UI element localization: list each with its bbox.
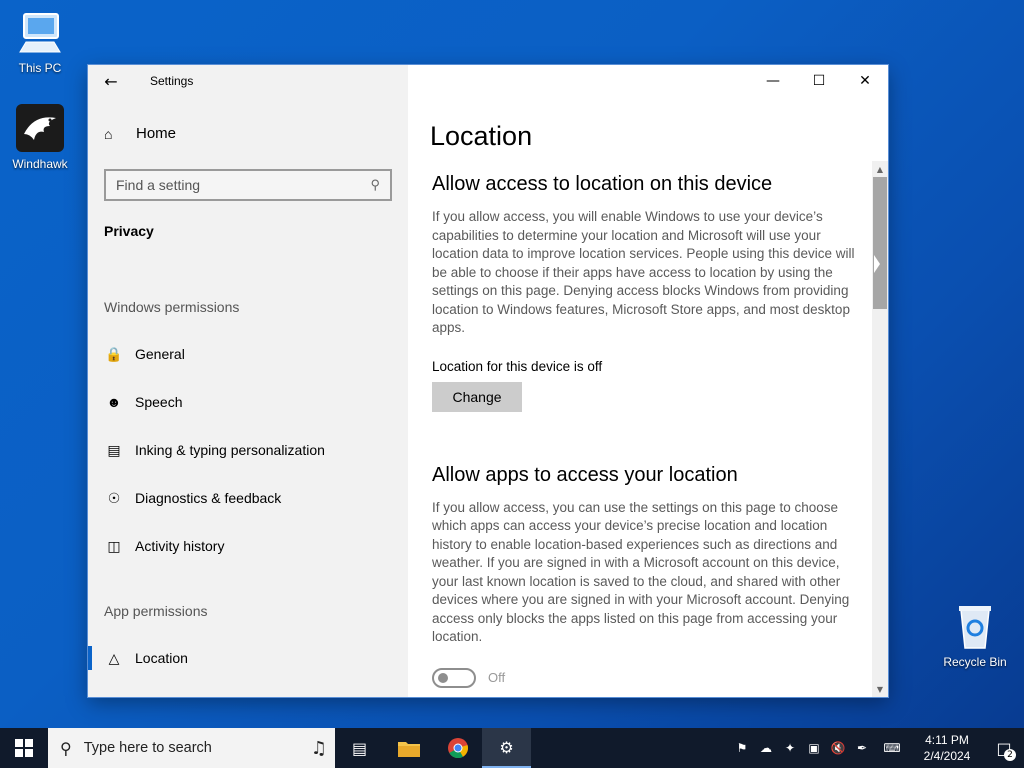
scroll-down-arrow[interactable]: ▼	[872, 681, 888, 697]
clock[interactable]: 4:11 PM 2/4/2024	[910, 732, 984, 764]
toggle-knob	[438, 672, 448, 683]
content-area: Allow access to location on this device …	[432, 173, 868, 688]
window-controls: — ☐ ✕	[750, 65, 888, 97]
scroll-up-arrow[interactable]: ▲	[872, 161, 888, 177]
section-description-app-access: If you allow access, you can use the set…	[432, 499, 850, 645]
sidebar-item-label: Location	[135, 650, 188, 666]
device-location-status: Location for this device is off	[432, 358, 603, 374]
back-arrow-icon: ←	[104, 71, 118, 91]
windows-logo-icon	[15, 739, 33, 757]
file-explorer-button[interactable]	[384, 728, 433, 768]
chrome-button[interactable]	[433, 728, 482, 768]
minimize-icon: —	[766, 73, 780, 89]
back-button[interactable]: ←	[88, 65, 134, 97]
windhawk-tray-icon[interactable]: ✦	[778, 741, 802, 755]
computer-icon	[19, 13, 61, 53]
section-heading-device-access: Allow access to location on this device	[432, 173, 773, 195]
security-icon[interactable]: ⚑	[730, 741, 754, 755]
onedrive-icon[interactable]: ☁	[754, 741, 778, 755]
system-tray: ⚑ ☁ ✦ ▣ 🔇 ✒ ⌨ 4:11 PM 2/4/2024 □ 2	[730, 728, 1024, 768]
notification-center-button[interactable]: □ 2	[984, 728, 1024, 768]
lock-icon: 🔒	[105, 345, 123, 362]
timeline-icon: ◫	[107, 537, 121, 554]
task-view-icon: ▤	[351, 738, 368, 758]
section-heading-app-access: Allow apps to access your location	[432, 463, 738, 486]
desktop-icon-windhawk[interactable]: Windhawk	[2, 104, 78, 171]
find-setting-box[interactable]: ⚲	[104, 169, 392, 201]
desktop-icon-label: Windhawk	[12, 157, 68, 171]
folder-icon	[397, 742, 420, 757]
settings-window: ← Settings ⌂ Home ⚲ Privacy Windows perm…	[88, 65, 888, 697]
page-title: Location	[430, 121, 533, 151]
gear-icon: ⚙	[499, 737, 514, 757]
maximize-button[interactable]: ☐	[796, 65, 842, 97]
speech-icon: ☻	[106, 394, 122, 410]
clipboard-icon: ▤	[107, 441, 121, 458]
search-icon: ⚲	[370, 177, 380, 192]
task-view-button[interactable]: ▤	[335, 728, 384, 768]
sidebar-item-diagnostics-feedback[interactable]: ☉ Diagnostics & feedback	[104, 483, 394, 513]
network-icon[interactable]: ▣	[802, 741, 826, 755]
sidebar-item-home[interactable]: ⌂ Home	[104, 125, 176, 142]
home-icon: ⌂	[104, 125, 113, 142]
close-button[interactable]: ✕	[842, 65, 888, 97]
clock-date: 2/4/2024	[923, 749, 971, 763]
group-header-windows-permissions: Windows permissions	[104, 299, 240, 315]
sidebar-item-label: Diagnostics & feedback	[135, 490, 282, 506]
sidebar-item-label: Home	[136, 125, 177, 142]
desktop-icon-label: This PC	[18, 61, 62, 75]
sidebar-item-label: Speech	[135, 394, 183, 410]
maximize-icon: ☐	[812, 73, 826, 89]
change-button[interactable]: Change	[432, 381, 522, 412]
section-title: Privacy	[104, 223, 154, 239]
location-icon: △	[108, 649, 120, 666]
main-pane: — ☐ ✕ Location Allow access to location …	[408, 65, 888, 697]
vertical-scrollbar[interactable]: ▲ ▼	[872, 161, 888, 697]
sidebar-item-speech[interactable]: ☻ Speech	[104, 387, 394, 417]
keyboard-icon[interactable]: ⌨	[874, 741, 910, 755]
scroll-thumb[interactable]	[873, 177, 887, 309]
volume-muted-icon[interactable]: 🔇	[826, 741, 850, 755]
taskbar-search[interactable]: ⚲ Type here to search ♫	[48, 728, 335, 768]
close-icon: ✕	[859, 73, 871, 89]
feedback-icon: ☉	[107, 489, 121, 506]
sidebar-item-label: Inking & typing personalization	[135, 442, 325, 458]
sidebar-item-label: Activity history	[135, 538, 225, 554]
desktop-icon-this-pc[interactable]: This PC	[2, 8, 78, 75]
mouse-cursor	[874, 255, 880, 273]
app-access-toggle[interactable]	[432, 667, 476, 688]
app-access-toggle-row: Off	[432, 667, 868, 688]
chrome-icon	[447, 738, 468, 759]
recycle-bin-icon	[959, 606, 991, 649]
sidebar: ← Settings ⌂ Home ⚲ Privacy Windows perm…	[88, 65, 408, 697]
music-gramophone-icon: ♫	[310, 737, 327, 759]
sidebar-item-inking-typing[interactable]: ▤ Inking & typing personalization	[104, 435, 394, 465]
titlebar: ← Settings	[88, 65, 408, 97]
eagle-icon	[16, 104, 64, 152]
start-button[interactable]	[0, 728, 48, 768]
desktop-icon-label: Recycle Bin	[943, 655, 1007, 669]
toggle-state-label: Off	[488, 670, 506, 685]
taskbar: ⚲ Type here to search ♫ ▤ ⚙ ⚑ ☁ ✦ ▣ 🔇 ✒ …	[0, 728, 1024, 768]
notification-badge: 2	[1004, 749, 1016, 761]
clock-time: 4:11 PM	[925, 733, 969, 747]
sidebar-item-label: General	[135, 346, 185, 362]
pen-icon[interactable]: ✒	[850, 741, 874, 755]
sidebar-item-activity-history[interactable]: ◫ Activity history	[104, 531, 394, 561]
taskbar-search-placeholder: Type here to search	[83, 740, 212, 756]
group-header-app-permissions: App permissions	[104, 603, 208, 619]
section-description-device-access: If you allow access, you will enable Win…	[432, 209, 855, 335]
sidebar-item-location[interactable]: △ Location	[88, 643, 394, 673]
minimize-button[interactable]: —	[750, 65, 796, 97]
window-title: Settings	[150, 74, 194, 88]
search-input[interactable]	[116, 177, 371, 193]
desktop-icon-recycle-bin[interactable]: Recycle Bin	[937, 602, 1013, 669]
search-icon: ⚲	[60, 738, 72, 758]
settings-taskbar-button[interactable]: ⚙	[482, 728, 531, 768]
sidebar-item-general[interactable]: 🔒 General	[104, 339, 394, 369]
